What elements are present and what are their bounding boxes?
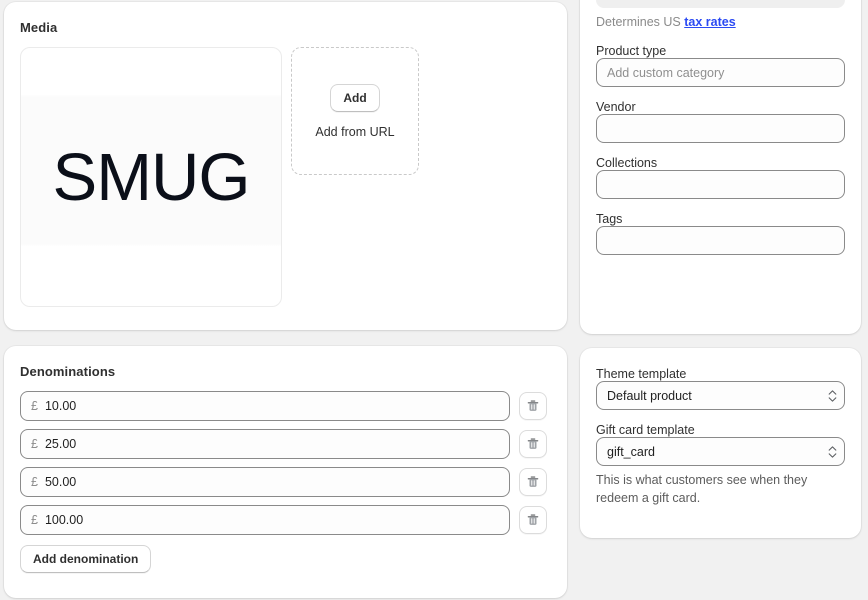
category-input[interactable] <box>596 0 845 8</box>
denomination-input-1[interactable]: £ 10.00 <box>20 391 510 421</box>
category-helper-text: Determines US tax rates <box>596 13 845 31</box>
tax-rates-link[interactable]: tax rates <box>684 15 735 29</box>
trash-icon <box>527 514 539 525</box>
delete-denomination-button-4[interactable] <box>519 506 547 534</box>
category-field-group: Determines US tax rates <box>596 0 845 31</box>
add-denomination-row: Add denomination <box>20 545 551 573</box>
theme-template-value: Default product <box>607 388 692 403</box>
currency-symbol: £ <box>31 513 38 527</box>
gift-card-template-label: Gift card template <box>596 423 695 437</box>
collections-label: Collections <box>596 156 658 171</box>
delete-denomination-button-3[interactable] <box>519 468 547 496</box>
trash-icon <box>527 476 539 487</box>
currency-symbol: £ <box>31 475 38 489</box>
product-editor-page: Media SMUG Add Add from URL Denomination… <box>0 0 868 600</box>
category-helper-prefix: Determines US <box>596 15 685 29</box>
delete-denomination-button-2[interactable] <box>519 430 547 458</box>
denominations-card: Denominations £ 10.00 £ 25.00 £ 50.00 £ … <box>4 346 567 598</box>
denomination-value: 100.00 <box>44 513 84 527</box>
gift-card-template-field-group: Gift card template gift_card This is wha… <box>596 422 845 507</box>
denomination-input-3[interactable]: £ 50.00 <box>20 467 510 497</box>
product-type-input[interactable] <box>596 58 845 88</box>
denomination-input-4[interactable]: £ 100.00 <box>20 505 510 535</box>
gift-card-template-helper-text: This is what customers see when they red… <box>596 473 808 506</box>
vendor-label: Vendor <box>596 100 636 115</box>
vendor-input[interactable] <box>596 114 845 144</box>
denomination-row: £ 10.00 <box>20 391 551 421</box>
trash-icon <box>527 400 539 411</box>
currency-symbol: £ <box>31 399 38 413</box>
gift-card-template-value: gift_card <box>607 444 655 459</box>
gift-card-template-select[interactable]: gift_card <box>596 437 845 466</box>
gift-card-template-select-wrap: gift_card <box>596 437 845 466</box>
tags-label: Tags <box>596 212 623 227</box>
collections-input[interactable] <box>596 170 845 200</box>
theme-template-field-group: Theme template Default product <box>596 366 845 410</box>
add-denomination-button[interactable]: Add denomination <box>20 545 152 573</box>
denomination-value: 10.00 <box>44 399 77 413</box>
denomination-row: £ 25.00 <box>20 429 551 459</box>
media-section-title: Media <box>20 20 58 35</box>
theme-template-label: Theme template <box>596 367 687 381</box>
tags-field-group: Tags <box>596 211 845 256</box>
theme-template-select-wrap: Default product <box>596 381 845 410</box>
vendor-field-group: Vendor <box>596 99 845 144</box>
product-organization-card: Determines US tax rates Product type Ven… <box>580 0 861 334</box>
media-thumbnail[interactable]: SMUG <box>20 47 282 307</box>
currency-symbol: £ <box>31 437 38 451</box>
delete-denomination-button-1[interactable] <box>519 392 547 420</box>
media-card: Media SMUG Add Add from URL <box>4 2 567 330</box>
denominations-section-title: Denominations <box>20 364 116 379</box>
product-type-field-group: Product type <box>596 43 845 88</box>
collections-field-group: Collections <box>596 155 845 200</box>
denomination-row: £ 100.00 <box>20 505 551 535</box>
media-dropzone[interactable]: Add Add from URL <box>291 47 419 175</box>
denomination-input-2[interactable]: £ 25.00 <box>20 429 510 459</box>
media-items-row: SMUG Add Add from URL <box>20 47 551 307</box>
add-media-button[interactable]: Add <box>330 83 380 112</box>
add-from-url-link[interactable]: Add from URL <box>315 125 394 139</box>
theme-template-select[interactable]: Default product <box>596 381 845 410</box>
denomination-value: 50.00 <box>44 475 77 489</box>
denomination-row: £ 50.00 <box>20 467 551 497</box>
product-type-label: Product type <box>596 44 667 59</box>
trash-icon <box>527 438 539 449</box>
theme-template-card: Theme template Default product Gift card… <box>580 348 861 538</box>
denomination-value: 25.00 <box>44 437 77 451</box>
tags-input[interactable] <box>596 226 845 256</box>
media-thumbnail-label: SMUG <box>52 139 251 215</box>
